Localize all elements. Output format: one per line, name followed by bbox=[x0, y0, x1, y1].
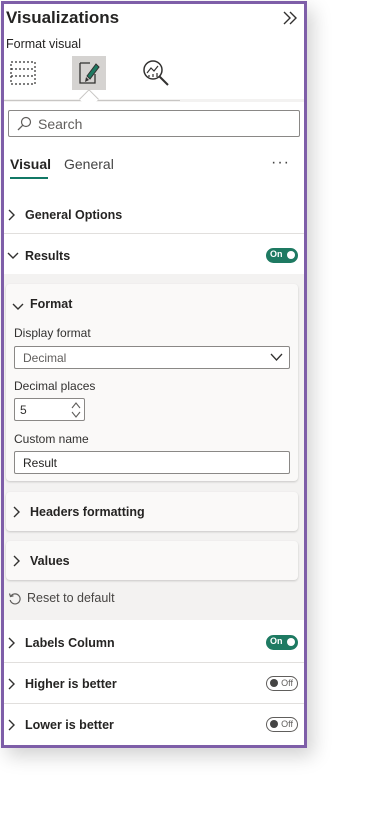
fields-icon bbox=[10, 61, 36, 85]
reset-label: Reset to default bbox=[27, 591, 115, 605]
divider bbox=[4, 662, 304, 663]
chevron-down-icon bbox=[270, 353, 283, 361]
chevron-right-icon bbox=[7, 209, 23, 221]
build-visual-tab[interactable] bbox=[6, 56, 40, 90]
card-title: Headers formatting bbox=[30, 505, 145, 519]
toggle-state: Off bbox=[281, 719, 293, 729]
toggle-knob bbox=[270, 679, 278, 687]
section-results[interactable]: Results bbox=[4, 241, 304, 271]
custom-name-label: Custom name bbox=[14, 432, 89, 446]
more-options-icon[interactable]: ··· bbox=[271, 154, 290, 172]
pane-title: Visualizations bbox=[6, 8, 120, 27]
section-label: General Options bbox=[25, 208, 123, 222]
toggle-knob bbox=[270, 720, 278, 728]
chevron-right-icon bbox=[7, 637, 23, 649]
increment-icon[interactable] bbox=[71, 401, 81, 410]
display-format-value: Decimal bbox=[23, 351, 67, 365]
decimal-places-label: Decimal places bbox=[14, 379, 96, 393]
section-general-options[interactable]: General Options bbox=[4, 200, 304, 230]
toggle-state: On bbox=[270, 636, 283, 646]
tab-general[interactable]: General bbox=[64, 156, 114, 172]
search-placeholder: Search bbox=[38, 115, 83, 132]
format-card-title[interactable]: Format bbox=[30, 297, 72, 311]
visualizations-pane: Visualizations Format visual Search Visu… bbox=[1, 1, 307, 748]
results-toggle[interactable]: On bbox=[266, 248, 298, 263]
card-title: Values bbox=[30, 554, 70, 568]
section-labels-column[interactable]: Labels Column bbox=[4, 628, 304, 658]
section-label: Labels Column bbox=[25, 636, 115, 650]
section-lower-is-better[interactable]: Lower is better bbox=[4, 710, 304, 740]
analytics-tab[interactable] bbox=[139, 56, 173, 90]
toggle-knob bbox=[287, 638, 295, 646]
chevron-right-icon bbox=[12, 554, 22, 572]
higher-is-better-toggle[interactable]: Off bbox=[266, 676, 298, 691]
values-card[interactable]: Values bbox=[6, 541, 298, 580]
decimal-places-stepper[interactable]: 5 bbox=[14, 398, 85, 421]
section-higher-is-better[interactable]: Higher is better bbox=[4, 669, 304, 699]
divider bbox=[4, 703, 304, 704]
toggle-state: On bbox=[270, 249, 283, 259]
chevron-right-icon bbox=[12, 505, 22, 523]
collapse-pane-icon[interactable] bbox=[282, 10, 298, 26]
search-icon bbox=[17, 116, 32, 131]
tab-visual[interactable]: Visual bbox=[10, 156, 51, 172]
custom-name-input[interactable]: Result bbox=[14, 451, 290, 474]
paintbrush-page-icon bbox=[79, 62, 100, 84]
chevron-down-icon bbox=[7, 251, 23, 261]
format-visual-label: Format visual bbox=[6, 37, 82, 51]
format-visual-tab[interactable] bbox=[72, 56, 106, 90]
toggle-state: Off bbox=[281, 678, 293, 688]
headers-formatting-card[interactable]: Headers formatting bbox=[6, 492, 298, 531]
section-label: Lower is better bbox=[25, 718, 114, 732]
format-card: Format Display format Decimal Decimal pl… bbox=[6, 284, 298, 481]
chevron-right-icon bbox=[7, 719, 23, 731]
analytics-magnifier-icon bbox=[143, 60, 169, 86]
lower-is-better-toggle[interactable]: Off bbox=[266, 717, 298, 732]
divider bbox=[4, 233, 304, 234]
display-format-dropdown[interactable]: Decimal bbox=[14, 346, 290, 369]
active-tab-indicator bbox=[10, 177, 48, 179]
pane-header: Visualizations Format visual bbox=[4, 4, 304, 109]
chevron-down-icon[interactable] bbox=[12, 299, 24, 317]
chevron-right-icon bbox=[7, 678, 23, 690]
labels-column-toggle[interactable]: On bbox=[266, 635, 298, 650]
toggle-knob bbox=[287, 251, 295, 259]
search-input[interactable]: Search bbox=[8, 110, 300, 137]
decrement-icon[interactable] bbox=[71, 410, 81, 419]
custom-name-value: Result bbox=[23, 456, 58, 470]
reset-icon bbox=[8, 592, 21, 604]
section-label: Higher is better bbox=[25, 677, 117, 691]
reset-to-default-button[interactable]: Reset to default bbox=[8, 591, 115, 605]
display-format-label: Display format bbox=[14, 326, 91, 340]
section-label: Results bbox=[25, 249, 71, 263]
decimal-places-value: 5 bbox=[20, 403, 27, 417]
